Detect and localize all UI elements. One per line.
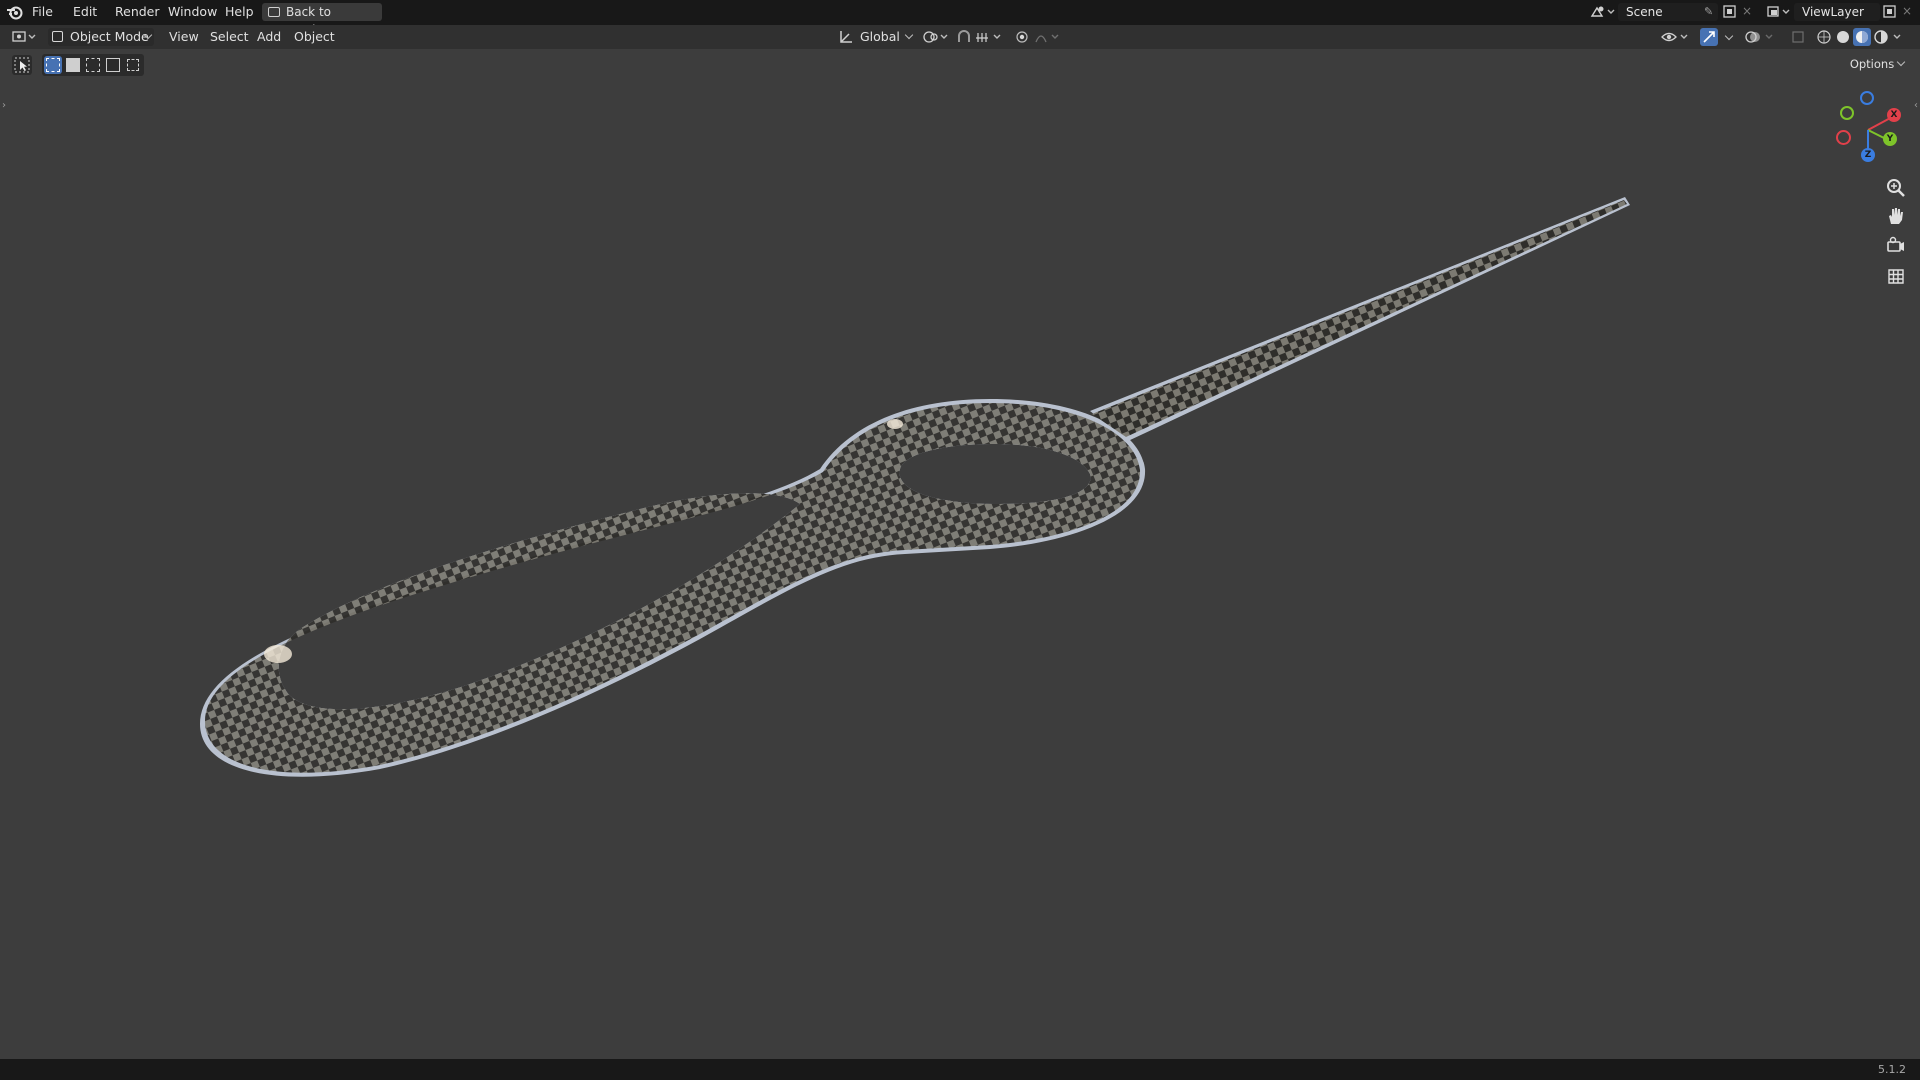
top-menubar: File Edit Render Window Help Back to Pre… — [0, 0, 1920, 37]
menu-edit[interactable]: Edit — [73, 4, 97, 19]
grid-icon[interactable] — [1884, 264, 1908, 288]
pan-hand-icon[interactable] — [1884, 204, 1908, 228]
transform-orientation-icon — [840, 31, 852, 43]
view-layer-icon[interactable] — [1766, 4, 1792, 20]
object-mode-icon — [52, 31, 63, 42]
scene-icon[interactable] — [1590, 4, 1616, 20]
proportional-icon[interactable] — [1014, 29, 1064, 45]
transform-orientation-dropdown[interactable]: Global — [858, 28, 914, 46]
menu-view[interactable]: View — [169, 29, 199, 44]
blender-logo-icon[interactable] — [6, 4, 24, 20]
menu-render[interactable]: Render — [115, 4, 160, 19]
camera-icon[interactable] — [1884, 234, 1908, 258]
axis-neg-y-icon[interactable] — [1840, 106, 1854, 120]
gizmo-icon — [1703, 31, 1715, 43]
scene-name-field[interactable]: Scene ✎ — [1618, 3, 1718, 21]
axis-y-icon[interactable]: Y — [1883, 132, 1897, 146]
overlays-icon[interactable] — [1744, 29, 1778, 45]
version-label: 5.1.2 — [1878, 1063, 1906, 1076]
tube-object[interactable] — [200, 197, 1630, 777]
view-layer-field[interactable]: ViewLayer — [1794, 3, 1880, 21]
axis-neg-z-icon[interactable] — [1860, 91, 1874, 105]
object-mode-dropdown[interactable]: Object Mode — [48, 28, 154, 46]
zoom-icon[interactable] — [1884, 176, 1908, 200]
new-scene-icon[interactable] — [1722, 4, 1738, 20]
back-to-previous-button[interactable]: Back to Previous — [262, 3, 382, 37]
delete-view-layer-icon[interactable]: × — [1902, 4, 1912, 18]
menu-window[interactable]: Window — [168, 4, 217, 19]
pivot-point-icon[interactable] — [922, 29, 950, 45]
status-bar: 5.1.2 — [0, 1059, 1920, 1080]
menu-add[interactable]: Add — [257, 29, 281, 44]
pin-icon[interactable]: ✎ — [1704, 5, 1713, 18]
shading-mode-buttons[interactable] — [1814, 28, 1904, 46]
axis-x-icon[interactable]: X — [1887, 108, 1901, 122]
delete-scene-icon[interactable]: × — [1742, 4, 1752, 18]
menu-select[interactable]: Select — [210, 29, 249, 44]
axis-z-icon[interactable]: Z — [1861, 148, 1875, 162]
editor-type-icon[interactable] — [12, 29, 40, 45]
menu-file[interactable]: File — [32, 4, 53, 19]
navigation-gizmo[interactable]: X Y Z — [1830, 88, 1914, 168]
snap-icon[interactable] — [956, 29, 1008, 45]
xray-icon[interactable] — [1790, 29, 1806, 45]
new-view-layer-icon[interactable] — [1882, 4, 1898, 20]
viewport-canvas[interactable] — [0, 49, 1920, 1059]
menu-help[interactable]: Help — [225, 4, 254, 19]
gizmo-toggle-button[interactable] — [1700, 28, 1718, 46]
menu-object[interactable]: Object — [294, 29, 335, 44]
viewport-header: Object Mode View Select Add Object Globa… — [0, 25, 1920, 49]
back-icon — [268, 7, 280, 17]
visibility-icon[interactable] — [1660, 29, 1692, 45]
axis-neg-x-icon[interactable] — [1836, 130, 1851, 145]
